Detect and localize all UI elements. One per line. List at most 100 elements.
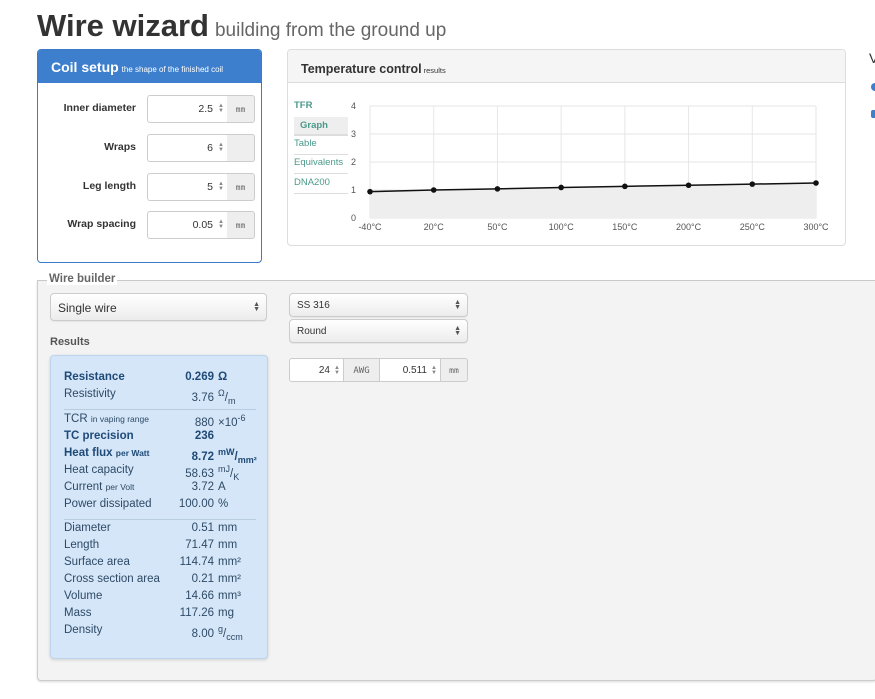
- wire-diameter-stepper-icon[interactable]: ▲ ▼: [431, 365, 437, 376]
- chart-y-tick-label: 2: [351, 157, 356, 167]
- result-resistivity: Resistivity 3.76 Ω/m: [64, 388, 236, 407]
- inner-diameter-stepper-icon[interactable]: ▲ ▼: [218, 103, 224, 114]
- checkbox-icon[interactable]: [871, 110, 875, 118]
- result-diameter: Diameter 0.51 mm: [64, 522, 238, 534]
- wrap-spacing-stepper-icon[interactable]: ▲ ▼: [218, 219, 224, 230]
- nav-graph[interactable]: Graph: [294, 117, 348, 135]
- leg-length-unit: mm: [227, 173, 255, 201]
- results-box: Resistance 0.269 Ω Resistivity 3.76 Ω/m TC…: [50, 355, 268, 659]
- wrap-spacing-input[interactable]: 0.05 ▲ ▼: [147, 211, 228, 239]
- shape-value: Round: [297, 326, 327, 337]
- material-value: SS 316: [297, 300, 330, 311]
- nav-divider: [294, 173, 348, 174]
- wraps-value: 6: [207, 142, 213, 154]
- radio-icon[interactable]: [871, 83, 875, 91]
- chart-data-point: [813, 180, 819, 186]
- wrap-spacing-label: Wrap spacing: [67, 218, 136, 230]
- chart-y-tick-label: 0: [351, 213, 356, 223]
- awg-input[interactable]: 24 ▲ ▼: [289, 358, 344, 382]
- awg-value: 24: [318, 365, 330, 376]
- page-subtitle: building from the ground up: [214, 20, 447, 41]
- wraps-input[interactable]: 6 ▲ ▼: [147, 134, 228, 162]
- material-select[interactable]: SS 316 ▲ ▼: [289, 293, 468, 317]
- wire-builder-legend: Wire builder: [47, 273, 118, 285]
- awg-unit: AWG: [343, 358, 380, 382]
- chart-data-point: [367, 188, 373, 195]
- wraps-row: Wraps 6 ▲ ▼: [38, 134, 261, 162]
- chart-data-point: [685, 182, 692, 189]
- results-divider: [64, 409, 256, 410]
- chart-x-tick-label: -40°C: [358, 222, 382, 232]
- coil-setup-header: Coil setup the shape of the finished coil: [38, 50, 261, 83]
- temperature-control-panel: Temperature control results TFR Graph Tab…: [287, 49, 846, 246]
- coil-setup-title: Coil setup: [51, 59, 119, 75]
- chart-x-tick-label: 250°C: [740, 222, 766, 232]
- results-divider: [64, 519, 256, 520]
- coil-setup-panel: Coil setup the shape of the finished coil…: [37, 49, 262, 263]
- inner-diameter-label: Inner diameter: [63, 102, 136, 114]
- result-volume: Volume 14.66 mm³: [64, 590, 241, 602]
- chart-data-point: [494, 186, 501, 192]
- wraps-unit: [227, 134, 255, 162]
- result-power-dissipated: Power dissipated 100.00%: [64, 498, 229, 510]
- leg-length-row: Leg length 5 ▲ ▼ mm: [38, 173, 261, 201]
- result-heat-flux: Heat flux per Watt 8.72 mW/mm²: [64, 447, 257, 466]
- result-mass: Mass 117.26 mg: [64, 607, 234, 619]
- inner-diameter-row: Inner diameter 2.5 ▲ ▼ mm: [38, 95, 261, 123]
- wire-type-select[interactable]: Single wire ▲ ▼: [50, 293, 267, 321]
- result-tc-precision: TC precision 236: [64, 430, 214, 442]
- wire-type-value: Single wire: [58, 301, 117, 315]
- nav-table[interactable]: Table: [294, 138, 317, 149]
- result-resistance: Resistance 0.269 Ω: [64, 371, 228, 383]
- wire-diameter-value: 0.511: [402, 365, 427, 376]
- chart-y-tick-label: 1: [351, 185, 356, 195]
- nav-divider: [294, 135, 348, 136]
- leg-length-value: 5: [207, 181, 213, 193]
- leg-length-label: Leg length: [82, 180, 136, 192]
- select-arrows-icon: ▲ ▼: [454, 299, 461, 311]
- chart-data-point: [430, 187, 437, 193]
- result-density: Density 8.00 g/ccm: [64, 624, 243, 643]
- clipped-heading-fragment: V: [869, 50, 875, 66]
- awg-stepper-icon[interactable]: ▲ ▼: [334, 365, 340, 376]
- chart-data-point: [558, 184, 564, 191]
- result-heat-capacity: Heat capacity 58.63 mJ/K: [64, 464, 240, 483]
- chart-y-tick-label: 3: [351, 129, 356, 139]
- chart-data-point: [749, 181, 756, 187]
- temperature-control-header: Temperature control results: [288, 50, 845, 83]
- chart-x-tick-label: 300°C: [803, 222, 829, 232]
- chart-area: [370, 183, 816, 218]
- nav-tfr[interactable]: TFR: [294, 100, 312, 111]
- wraps-stepper-icon[interactable]: ▲ ▼: [218, 142, 224, 153]
- leg-length-stepper-icon[interactable]: ▲ ▼: [218, 181, 224, 192]
- temperature-control-title: Temperature control: [301, 62, 422, 76]
- leg-length-input[interactable]: 5 ▲ ▼: [147, 173, 228, 201]
- select-arrows-icon: ▲ ▼: [253, 301, 260, 313]
- chart-y-tick-label: 4: [351, 101, 356, 111]
- result-length: Length 71.47 mm: [64, 539, 238, 551]
- wrap-spacing-value: 0.05: [192, 219, 213, 231]
- wrap-spacing-row: Wrap spacing 0.05 ▲ ▼ mm: [38, 211, 261, 239]
- select-arrows-icon: ▲ ▼: [454, 325, 461, 337]
- inner-diameter-input[interactable]: 2.5 ▲ ▼: [147, 95, 228, 123]
- page-title-text: Wire wizard: [37, 8, 209, 43]
- nav-dna200[interactable]: DNA200: [294, 177, 330, 188]
- nav-equivalents[interactable]: Equivalents: [294, 157, 343, 168]
- result-cross-section-area: Cross section area 0.21 mm²: [64, 573, 241, 585]
- chart-x-tick-label: 100°C: [549, 222, 575, 232]
- chart-data-point: [622, 183, 628, 190]
- coil-setup-subtitle: the shape of the finished coil: [121, 65, 224, 74]
- chart-x-tick-label: 150°C: [612, 222, 638, 232]
- wire-diameter-unit: mm: [440, 358, 468, 382]
- result-current: Current per Volt 3.72 A: [64, 481, 226, 493]
- chart-x-tick-label: 200°C: [676, 222, 702, 232]
- result-tcr: TCR in vaping range 880 ×10-6: [64, 413, 246, 429]
- nav-divider: [294, 193, 348, 194]
- chart-x-tick-label: 20°C: [424, 222, 445, 232]
- shape-select[interactable]: Round ▲ ▼: [289, 319, 468, 343]
- wrap-spacing-unit: mm: [227, 211, 255, 239]
- tfr-chart: 0 1 2 3 4 -40°C 20°C 50°C 100°C 150°C 200°C 250°C 30…: [351, 101, 829, 232]
- inner-diameter-unit: mm: [227, 95, 255, 123]
- wire-diameter-input[interactable]: 0.511 ▲ ▼: [379, 358, 441, 382]
- page-title: Wire wizard building from the ground up: [37, 8, 446, 44]
